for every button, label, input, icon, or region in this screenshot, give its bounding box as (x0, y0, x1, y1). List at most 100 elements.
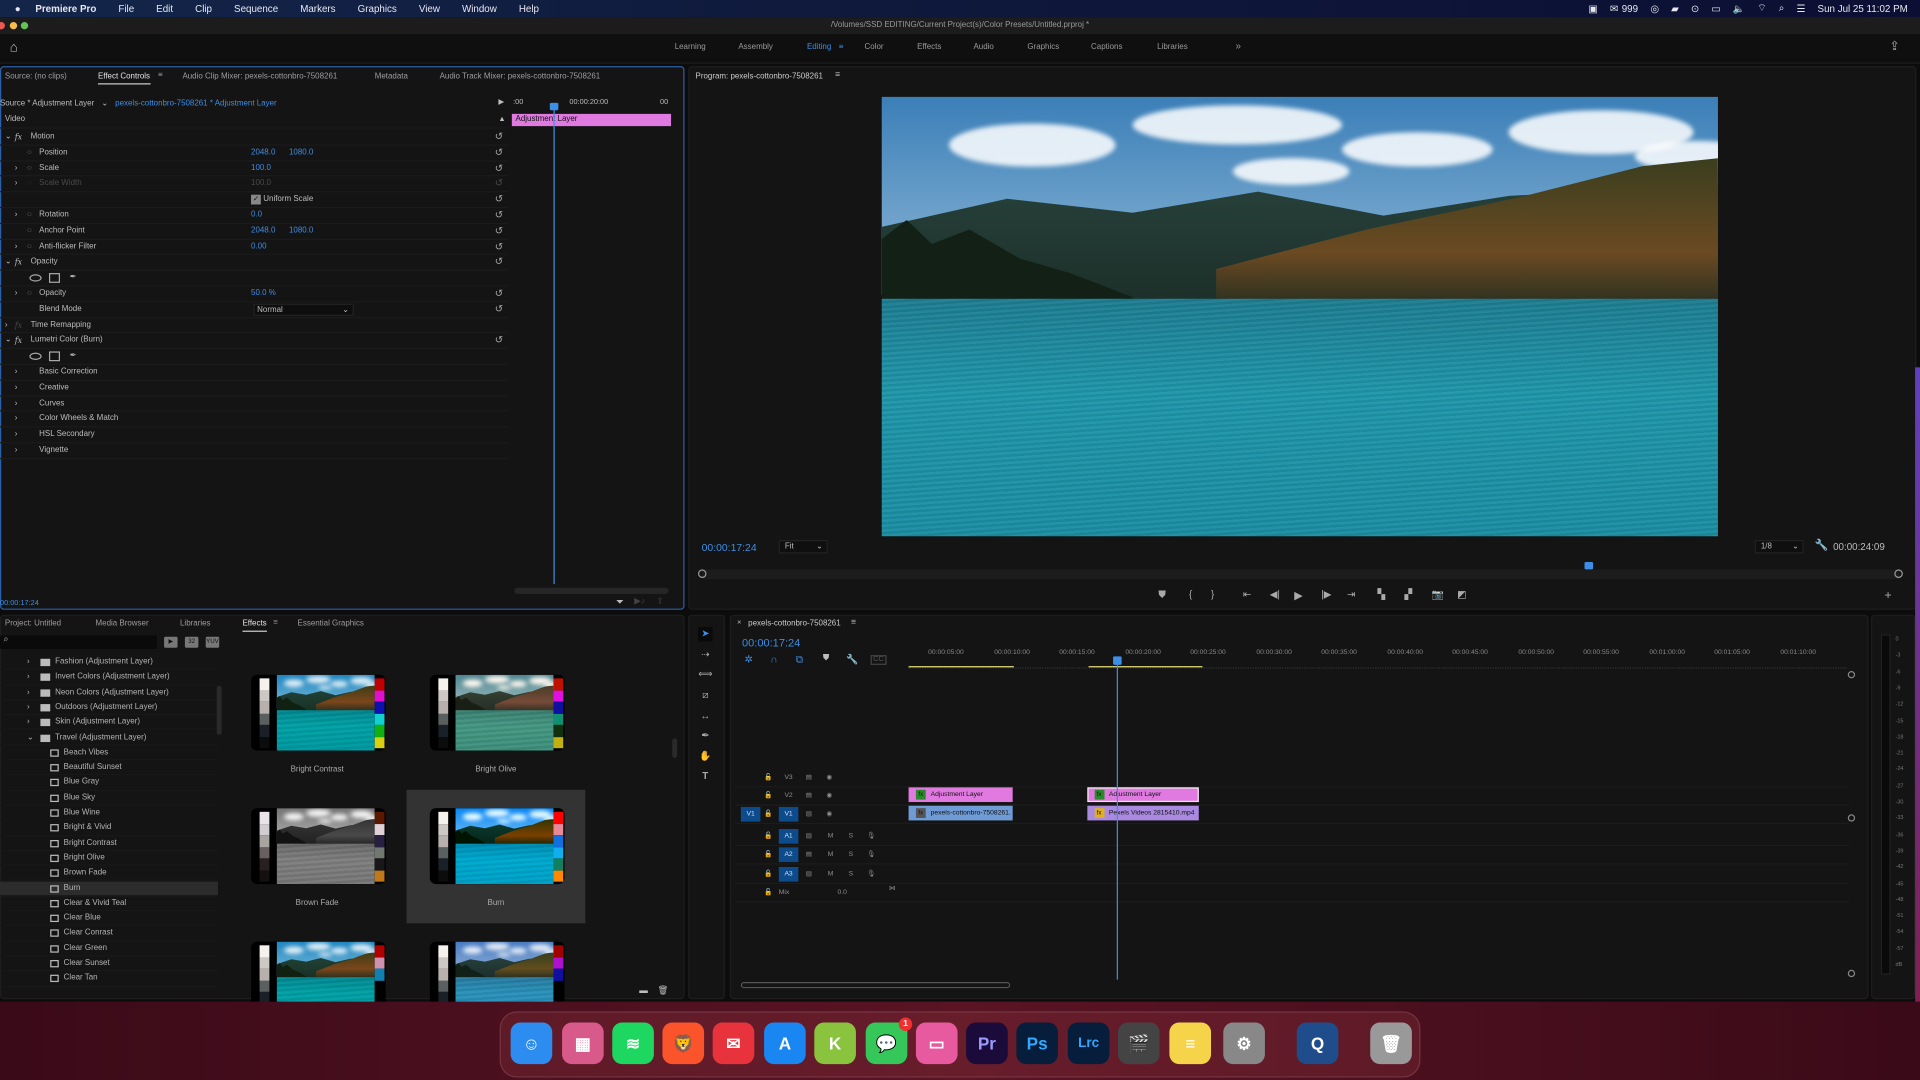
effects-tree-item[interactable]: Clear Green (0, 941, 218, 957)
sync-lock-icon[interactable]: ▤ (806, 829, 812, 844)
menu-window[interactable]: Window (462, 3, 497, 14)
captions-icon[interactable]: CC (870, 655, 887, 665)
effects-tree-item[interactable]: › Skin (Adjustment Layer) (0, 715, 218, 731)
brave-dock-icon[interactable]: 🦁 (662, 1022, 705, 1065)
chevron-down-icon[interactable]: ⌄ (5, 130, 12, 145)
mini-playhead-handle[interactable] (549, 102, 559, 111)
chevron-right-icon[interactable]: › (15, 177, 18, 192)
vertical-zoom-handle[interactable] (1847, 671, 1856, 679)
sync-lock-icon[interactable]: ▤ (806, 867, 812, 882)
workspace-tab-editing[interactable]: Editing (807, 43, 831, 52)
sync-lock-icon[interactable]: ▤ (806, 770, 812, 785)
stopwatch-icon[interactable]: ◌ (27, 161, 32, 176)
ellipse-mask-icon[interactable] (29, 352, 42, 361)
stopwatch-icon[interactable]: ◌ (27, 208, 32, 223)
fx-icon[interactable]: fx (15, 130, 22, 145)
panel-menu-icon[interactable]: ≡ (851, 618, 856, 627)
chevron-right-icon[interactable]: › (27, 685, 30, 700)
slip-tool-icon[interactable]: ↔ (698, 709, 713, 724)
chevron-right-icon[interactable]: › (15, 396, 18, 411)
lock-icon[interactable]: 🔓 (764, 789, 772, 804)
reset-parameter-icon[interactable]: ↺ (495, 287, 503, 302)
pen-mask-icon[interactable]: ✒ (70, 349, 77, 364)
value-field[interactable]: 100.0 (251, 161, 271, 176)
mini-zoom-scrollbar[interactable] (514, 587, 669, 594)
tab-source[interactable]: Source: (no clips) (5, 72, 67, 81)
mini-clip-adjustment-layer[interactable]: Adjustment Layer (511, 113, 672, 127)
mute-button[interactable]: M (828, 847, 834, 862)
zoom-window-button[interactable] (20, 22, 29, 30)
workspace-tab-graphics[interactable]: Graphics (1027, 43, 1059, 52)
effects-tree-item[interactable]: Bright Olive (0, 851, 218, 866)
lock-icon[interactable]: 🔓 (764, 829, 772, 844)
preset-thumbnail[interactable]: Bright Contrast (228, 656, 407, 789)
source-patch-v1[interactable]: V1 (740, 806, 761, 822)
menu-file[interactable]: File (118, 3, 134, 14)
scroll-up-icon[interactable]: ▲ (498, 116, 505, 123)
sync-lock-icon[interactable]: ▤ (806, 807, 812, 822)
program-scrubber[interactable] (701, 569, 1900, 580)
thumbs-scrollbar[interactable] (672, 738, 678, 758)
track-target-a2[interactable]: A2 (778, 847, 799, 863)
app-store-dock-icon[interactable]: A (764, 1022, 806, 1065)
chevron-down-icon[interactable]: ⌄ (27, 730, 34, 745)
spotify-dock-icon[interactable]: ≋ (612, 1022, 654, 1065)
effects-tree-item[interactable]: Brown Fade (0, 866, 218, 882)
insert-icon[interactable]: ▚ (1378, 589, 1386, 600)
menu-markers[interactable]: Markers (300, 3, 335, 14)
mute-button[interactable]: M (828, 829, 834, 844)
stopwatch-icon[interactable]: ◌ (27, 240, 32, 255)
fx-icon[interactable]: fx (15, 255, 22, 270)
reset-parameter-icon[interactable]: ↺ (495, 130, 503, 145)
menu-sequence[interactable]: Sequence (234, 3, 278, 14)
stopwatch-icon[interactable]: ◌ (27, 287, 32, 302)
tree-scrollbar[interactable] (216, 685, 222, 735)
program-video-frame[interactable] (881, 96, 1718, 537)
export-frame-camera-icon[interactable]: 📷 (1431, 589, 1443, 600)
trash-dock-icon[interactable]: 🗑 (1370, 1022, 1412, 1065)
close-sequence-icon[interactable]: × (737, 620, 741, 627)
search-icon[interactable]: ⌕ (1779, 2, 1784, 14)
overwrite-icon[interactable]: ▞ (1405, 589, 1413, 600)
close-window-button[interactable] (0, 22, 5, 30)
chevron-right-icon[interactable]: › (15, 208, 18, 223)
effects-tree-item[interactable]: Blue Sky (0, 791, 218, 806)
lock-icon[interactable]: 🔓 (764, 847, 772, 862)
value-field[interactable]: 0.00 (251, 240, 266, 255)
chevron-right-icon[interactable]: › (5, 318, 8, 333)
lock-icon[interactable]: 🔓 (764, 807, 772, 822)
effects-tree-item[interactable]: Bright & Vivid (0, 821, 218, 836)
sync-lock-icon[interactable]: ▤ (806, 789, 812, 804)
effects-tree-item[interactable]: Burn (0, 881, 218, 897)
work-area-bar[interactable] (1088, 666, 1203, 668)
eye-icon[interactable]: ◉ (827, 807, 833, 822)
volume-icon[interactable]: 🔈 (1733, 3, 1745, 14)
eye-icon[interactable]: ◉ (827, 770, 833, 785)
mark-out-icon[interactable]: } (1211, 589, 1214, 600)
value-field[interactable]: 2048.0 (251, 145, 275, 160)
value-field[interactable]: 2048.0 (251, 224, 275, 239)
play-icon[interactable]: ▶ (1294, 589, 1302, 602)
effects-tree-item[interactable]: › Invert Colors (Adjustment Layer) (0, 670, 218, 686)
pen-tool-icon[interactable]: ✒ (698, 729, 713, 744)
program-playhead-timecode[interactable]: 00:00:17:24 (702, 541, 757, 553)
menu-graphics[interactable]: Graphics (358, 3, 397, 14)
app-menu[interactable]: Premiere Pro (35, 3, 96, 14)
tab-effect-controls[interactable]: Effect Controls (97, 72, 151, 85)
premiere-pro-dock-icon[interactable]: Pr (966, 1022, 1008, 1065)
linked-selection-icon[interactable]: ⧉ (796, 654, 803, 666)
nest-icon[interactable]: ✲ (744, 654, 752, 665)
stopwatch-icon[interactable]: ◌ (27, 224, 32, 239)
chevron-right-icon[interactable]: › (15, 240, 18, 255)
lock-icon[interactable]: 🔓 (764, 885, 772, 900)
reset-parameter-icon[interactable]: ↺ (495, 302, 503, 317)
reset-parameter-icon[interactable]: ↺ (495, 334, 503, 349)
preset-thumbnail[interactable] (407, 923, 586, 1009)
lock-icon[interactable]: 🔓 (764, 770, 772, 785)
microphone-icon[interactable]: 🎙 (867, 847, 876, 862)
chevron-right-icon[interactable]: › (15, 287, 18, 302)
chevron-right-icon[interactable]: › (15, 365, 18, 380)
workspace-tab-color[interactable]: Color (864, 43, 883, 52)
collapse-timeline-icon[interactable]: ▶ (498, 98, 504, 106)
tab-effects[interactable]: Effects (242, 620, 267, 632)
